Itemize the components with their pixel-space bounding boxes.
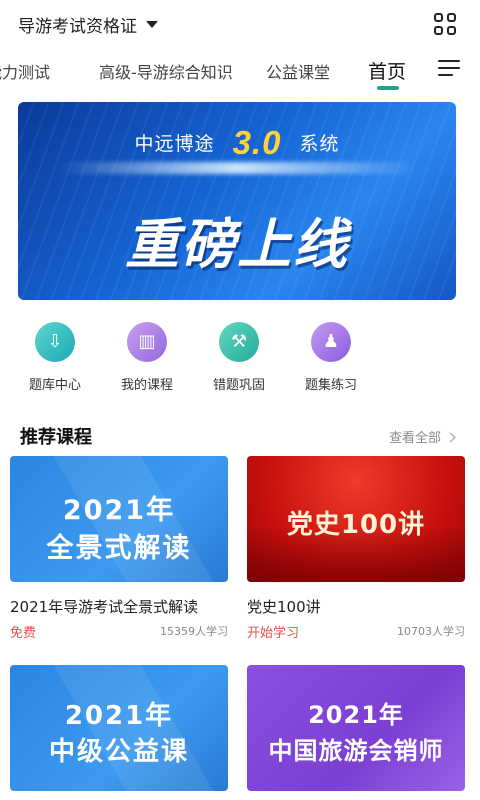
tab-public-class[interactable]: 公益课堂	[266, 59, 330, 83]
cover-line-2: 中国旅游会销师	[268, 737, 444, 765]
chevron-right-icon	[445, 432, 456, 443]
quick-link-question-bank[interactable]: ⇩ 题库中心	[15, 322, 95, 393]
grid-apps-icon[interactable]	[434, 13, 456, 35]
cover-line-2: 中级公益课	[48, 737, 189, 767]
course-cover-4[interactable]: 2021年 中国旅游会销师	[247, 665, 465, 791]
certificate-selector[interactable]: 导游考试资格证	[18, 12, 158, 37]
quick-link-practice-sets[interactable]: ♟ 题集练习	[291, 322, 371, 393]
learner-count-1: 15359人学习	[160, 625, 228, 638]
quick-link-wrong-questions[interactable]: ⚒ 错题巩固	[199, 322, 279, 393]
banner-brand: 中远博途	[134, 133, 215, 155]
quick-link-label: 题集练习	[304, 378, 357, 393]
course-cover-3[interactable]: 2021年 中级公益课	[10, 665, 228, 791]
banner-system: 系统	[299, 133, 340, 155]
banner-version: 3.0	[232, 124, 282, 161]
tab-advanced-knowledge[interactable]: 高级-导游综合知识	[99, 59, 233, 83]
tab-home[interactable]: 首页	[368, 57, 406, 84]
quick-link-label: 错题巩固	[212, 378, 265, 393]
cover-line-1: 党史100讲	[286, 510, 426, 540]
quick-link-my-courses[interactable]: ▥ 我的课程	[107, 322, 187, 393]
course-title-1[interactable]: 2021年导游考试全景式解读	[10, 596, 198, 617]
view-all-link[interactable]: 查看全部	[388, 427, 456, 446]
learner-count-2: 10703人学习	[397, 625, 465, 638]
caret-down-icon	[146, 21, 158, 28]
cover-line-1: 2021年	[64, 701, 174, 731]
menu-icon[interactable]	[438, 60, 462, 78]
view-all-label: 查看全部	[388, 431, 441, 446]
start-learning-tag[interactable]: 开始学习	[247, 622, 299, 641]
tab-ability-test[interactable]: 能力测试	[0, 59, 50, 83]
active-tab-indicator	[377, 86, 399, 90]
download-icon: ⇩	[35, 322, 75, 362]
recommended-title: 推荐课程	[20, 427, 92, 448]
course-cover-2[interactable]: 党史100讲	[247, 456, 465, 582]
top-bar: 导游考试资格证	[0, 0, 480, 48]
book-icon: ▥	[127, 322, 167, 362]
cover-line-2: 全景式解读	[46, 533, 192, 564]
banner-subtitle: 中远博途 3.0 系统	[18, 124, 456, 162]
promo-banner[interactable]: 中远博途 3.0 系统 重磅上线	[18, 102, 456, 300]
cover-line-1: 2021年	[308, 701, 404, 729]
users-icon: ♟	[311, 322, 351, 362]
cover-line-1: 2021年	[62, 495, 176, 526]
quick-link-label: 我的课程	[120, 378, 173, 393]
certificate-label: 导游考试资格证	[18, 17, 137, 37]
course-title-2[interactable]: 党史100讲	[247, 596, 321, 617]
banner-headline: 重磅上线	[125, 213, 349, 276]
quick-link-label: 题库中心	[28, 378, 81, 393]
free-tag: 免费	[10, 626, 37, 641]
course-cover-1[interactable]: 2021年 全景式解读	[10, 456, 228, 582]
tools-icon: ⚒	[219, 322, 259, 362]
category-tabs: 能力测试 高级-导游综合知识 公益课堂 首页	[0, 48, 480, 94]
